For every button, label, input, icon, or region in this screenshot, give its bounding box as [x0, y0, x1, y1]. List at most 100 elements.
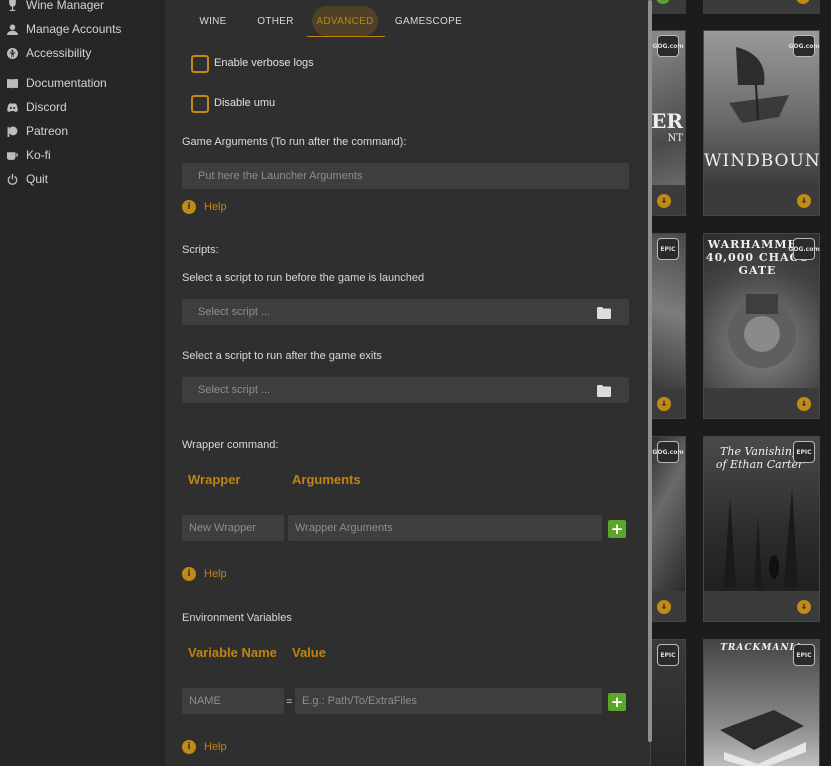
sidebar-item-label: Manage Accounts — [26, 22, 122, 36]
info-icon: i — [182, 740, 196, 754]
game-card-partial[interactable] — [650, 0, 686, 14]
game-title-partial: ER — [651, 109, 683, 133]
sidebar-item-wine-manager[interactable]: Wine Manager — [6, 0, 104, 14]
game-args-label: Game Arguments (To run after the command… — [182, 136, 407, 148]
sidebar-item-ko-fi[interactable]: Ko-fi — [6, 146, 51, 164]
download-icon — [797, 397, 811, 411]
sidebar-item-label: Quit — [26, 172, 49, 186]
sidebar-item-label: Patreon — [26, 124, 69, 138]
arguments-column-header: Arguments — [292, 472, 361, 487]
store-label: EPIC — [660, 245, 676, 253]
sidebar-item-label: Documentation — [26, 76, 107, 90]
power-icon — [6, 173, 18, 185]
tab-other[interactable]: OTHER — [252, 9, 299, 33]
epic-badge-icon: EPIC — [793, 644, 815, 666]
store-label: GOG.com — [788, 245, 820, 253]
before-script-label: Select a script to run before the game i… — [182, 272, 425, 284]
sidebar-item-patreon[interactable]: Patreon — [6, 122, 68, 140]
wrapper-help-link[interactable]: i Help — [182, 567, 227, 581]
store-label: GOG.com — [652, 448, 684, 456]
game-subtitle-partial: NT — [667, 133, 683, 144]
disable-umu-checkbox[interactable] — [191, 95, 209, 113]
env-value-input[interactable] — [295, 688, 602, 714]
game-title: The Vanishing of Ethan Carter — [715, 445, 804, 471]
accessibility-icon — [6, 47, 18, 59]
sidebar-item-label: Ko-fi — [26, 148, 51, 162]
tab-label: OTHER — [257, 15, 294, 27]
sidebar-item-discord[interactable]: Discord — [6, 98, 67, 116]
ship-illustration — [729, 47, 789, 123]
panel-scrollbar[interactable] — [648, 0, 652, 742]
equals-sign: = — [286, 696, 293, 708]
gog-badge-icon: GOG.com — [788, 35, 820, 57]
verbose-logs-checkbox[interactable] — [191, 55, 209, 73]
epic-badge-icon: EPIC — [657, 238, 679, 260]
new-wrapper-input[interactable] — [182, 515, 284, 541]
active-tab-indicator — [307, 36, 385, 37]
game-card-vanishing-ethan-carter[interactable]: The Vanishing of Ethan Carter EPIC — [703, 436, 820, 622]
epic-badge-icon: EPIC — [657, 644, 679, 666]
game-card-trackmania[interactable]: TRACKMANIA EPIC — [703, 639, 820, 766]
download-icon — [796, 0, 810, 4]
folder-icon[interactable] — [597, 306, 611, 319]
sidebar-item-quit[interactable]: Quit — [6, 170, 48, 188]
gog-badge-icon: GOG.com — [788, 238, 820, 260]
game-card[interactable]: EPIC — [650, 639, 686, 766]
wrapper-command-label: Wrapper command: — [182, 439, 279, 451]
game-card-windbound[interactable]: WINDBOUND GOG.com — [703, 30, 820, 216]
add-wrapper-button[interactable]: + — [608, 520, 626, 538]
sidebar: Wine Manager Manage Accounts Accessibili… — [0, 0, 165, 766]
game-card[interactable]: EPIC — [650, 233, 686, 419]
car-illustration — [720, 710, 806, 766]
download-icon — [657, 600, 671, 614]
folder-icon[interactable] — [597, 384, 611, 397]
game-card[interactable]: GOG.com — [650, 436, 686, 622]
game-args-input[interactable] — [182, 163, 629, 189]
before-script-input[interactable] — [182, 299, 629, 325]
sidebar-item-documentation[interactable]: Documentation — [6, 74, 107, 92]
tab-gamescope[interactable]: GAMESCOPE — [391, 9, 466, 33]
sidebar-item-manage-accounts[interactable]: Manage Accounts — [6, 20, 121, 38]
tab-wine[interactable]: WINE — [193, 9, 233, 33]
tab-label: WINE — [199, 15, 227, 27]
env-vars-label: Environment Variables — [182, 612, 292, 624]
scripts-label: Scripts: — [182, 244, 219, 256]
wine-icon — [6, 0, 18, 11]
gog-badge-icon: GOG.com — [652, 35, 684, 57]
add-env-var-button[interactable]: + — [608, 693, 626, 711]
after-script-input[interactable] — [182, 377, 629, 403]
download-icon — [797, 194, 811, 208]
download-icon — [797, 600, 811, 614]
sidebar-item-label: Accessibility — [26, 46, 92, 60]
value-column-header: Value — [292, 645, 326, 660]
wrapper-args-input[interactable] — [288, 515, 602, 541]
epic-badge-icon: EPIC — [793, 441, 815, 463]
download-icon — [657, 397, 671, 411]
tab-label: ADVANCED — [316, 15, 374, 27]
game-args-help-link[interactable]: i Help — [182, 200, 227, 214]
user-icon — [6, 23, 18, 35]
forest-illustration — [724, 487, 798, 587]
sidebar-item-label: Discord — [26, 100, 67, 114]
game-card-warhammer[interactable]: WARHAMMER 40,000 CHAOS GATE GOG.com — [703, 233, 820, 419]
verbose-logs-label: Enable verbose logs — [214, 57, 314, 69]
info-icon: i — [182, 567, 196, 581]
help-label: Help — [204, 741, 227, 753]
installed-icon — [656, 0, 670, 4]
wrapper-column-header: Wrapper — [188, 472, 241, 487]
game-card[interactable]: ER NT GOG.com — [650, 30, 686, 216]
env-vars-help-link[interactable]: i Help — [182, 740, 227, 754]
tab-label: GAMESCOPE — [394, 15, 463, 27]
tab-advanced[interactable]: ADVANCED — [311, 6, 379, 36]
store-label: EPIC — [796, 651, 812, 659]
help-label: Help — [204, 201, 227, 213]
store-label: EPIC — [660, 651, 676, 659]
game-card-partial[interactable] — [703, 0, 820, 14]
sidebar-item-accessibility[interactable]: Accessibility — [6, 44, 91, 62]
store-label: GOG.com — [788, 42, 820, 50]
variable-name-column-header: Variable Name — [188, 645, 277, 660]
patreon-icon — [6, 125, 18, 137]
disable-umu-label: Disable umu — [214, 97, 276, 109]
book-icon — [6, 77, 18, 89]
env-name-input[interactable] — [182, 688, 284, 714]
